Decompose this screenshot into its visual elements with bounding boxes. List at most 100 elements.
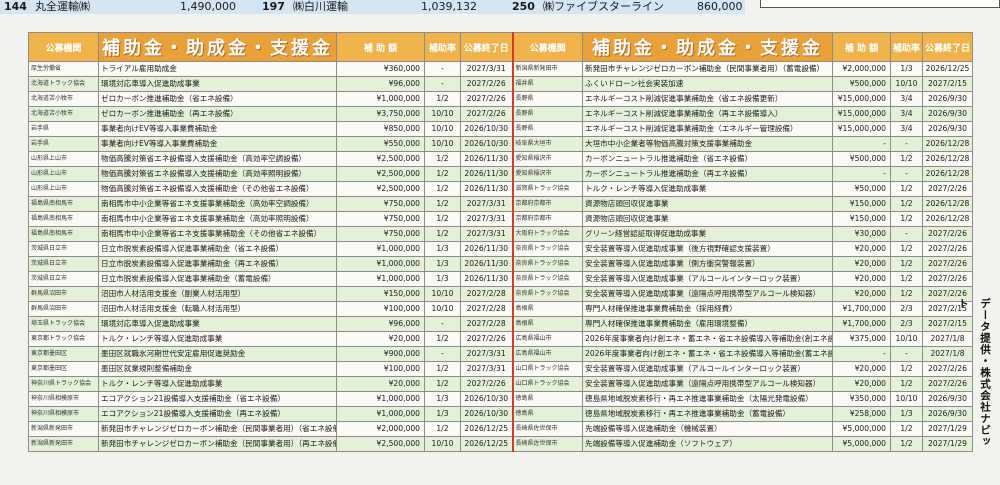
program-cell: 安全装置等導入促進助成事業（遠隔点呼用携帯型アルコール検知器） bbox=[582, 286, 833, 302]
rate-cell: 1/2 bbox=[890, 151, 923, 167]
program-cell: 安全装置等導入促進助成事業（アルコールインターロック装置） bbox=[582, 271, 833, 287]
rate-cell: 3/4 bbox=[890, 106, 923, 122]
deadline-cell: 2027/2/26 bbox=[922, 226, 973, 242]
program-cell: エコアクション21設備導入支援補助金（再エネ設備） bbox=[98, 406, 337, 422]
amount-cell: ¥900,000 bbox=[336, 346, 425, 362]
program-cell: 新発田市チャレンジゼロカーボン補助金（民間事業者用）（省エネ設備） bbox=[98, 421, 337, 437]
table-row: 神奈川県相模原市 エコアクション21設備導入支援補助金（省エネ設備） ¥1,000,… bbox=[28, 391, 973, 407]
deadline-cell: 2026/9/30 bbox=[922, 106, 973, 122]
ranking-strip: 144 丸全運輸㈱ 1,490,000 197 ㈱白川運輸 1,039,132 250 ㈱… bbox=[0, 0, 745, 14]
rate-cell: 1/2 bbox=[890, 436, 923, 452]
amount-cell: ¥1,000,000 bbox=[336, 271, 425, 287]
table-row: 神奈川県トラック協会 トルク・レンチ等導入促進助成事業 ¥20,000 1/2 2027… bbox=[28, 376, 973, 392]
agency-cell: 愛知県稲沢市 bbox=[511, 166, 583, 182]
agency-cell: 奈良県トラック協会 bbox=[511, 256, 583, 272]
agency-cell: 神奈川県相模原市 bbox=[28, 391, 99, 407]
amount-cell: ¥1,700,000 bbox=[832, 301, 891, 317]
header-deadline: 公募終了日 bbox=[922, 32, 973, 62]
deadline-cell: 2027/2/28 bbox=[460, 301, 513, 317]
program-cell: 日立市脱炭素設備導入促進事業補助金（再エネ設備） bbox=[98, 256, 337, 272]
deadline-cell: 2026/12/25 bbox=[460, 421, 513, 437]
program-cell: 専門人材確保推進事業費補助金（採用経費） bbox=[582, 301, 833, 317]
agency-cell: 長野県 bbox=[511, 106, 583, 122]
program-cell: 新発田市チャレンジゼロカーボン補助金（民間事業者用）（蓄電設備） bbox=[582, 61, 833, 77]
agency-cell: 茨城県日立市 bbox=[28, 271, 99, 287]
program-cell: 事業者向けEV等導入事業費補助金 bbox=[98, 136, 337, 152]
table-row: 東京都墨田区 墨田区就職氷河期世代安定雇用促進奨励金 ¥900,000-2027/3… bbox=[28, 346, 973, 362]
agency-cell: 奈良県トラック協会 bbox=[511, 286, 583, 302]
rate-cell: - bbox=[424, 76, 461, 92]
program-cell: 先端設備等導入促進補助金（ソフトウェア） bbox=[582, 436, 833, 452]
program-cell: 環境対応車導入促進助成事業 bbox=[98, 76, 337, 92]
table-row: 北海道苫小牧市 ゼロカーボン推進補助金（再エネ設備） ¥3,750,000 10/10… bbox=[28, 106, 973, 122]
agency-cell: 山口県トラック協会 bbox=[511, 361, 583, 377]
deadline-cell: 2027/2/26 bbox=[460, 376, 513, 392]
amount-cell: ¥1,700,000 bbox=[832, 316, 891, 332]
deadline-cell: 2026/10/30 bbox=[460, 136, 513, 152]
deadline-cell: 2026/12/25 bbox=[922, 61, 973, 77]
deadline-cell: 2027/2/26 bbox=[922, 241, 973, 257]
amount-cell: ¥2,500,000 bbox=[336, 166, 425, 182]
agency-cell: 茨城県日立市 bbox=[28, 241, 99, 257]
amount-cell: ¥1,000,000 bbox=[336, 406, 425, 422]
agency-cell: 北海道トラック協会 bbox=[28, 76, 99, 92]
deadline-cell: 2026/9/30 bbox=[922, 406, 973, 422]
rate-cell: 10/10 bbox=[890, 76, 923, 92]
program-cell: 2026年度事業者向け創エネ・蓄エネ・省エネ設備導入等補助金(創エネ設備) bbox=[582, 331, 833, 347]
deadline-cell: 2026/9/30 bbox=[922, 391, 973, 407]
deadline-cell: 2026/12/28 bbox=[922, 196, 973, 212]
amount-cell: ¥30,000 bbox=[832, 226, 891, 242]
rate-cell: 1/2 bbox=[890, 361, 923, 377]
rate-cell: - bbox=[424, 346, 461, 362]
rate-cell: - bbox=[890, 226, 923, 242]
agency-cell: 徳島県 bbox=[511, 391, 583, 407]
deadline-cell: 2026/11/30 bbox=[460, 256, 513, 272]
header-agency: 公募機関 bbox=[511, 32, 583, 62]
rate-cell: 1/2 bbox=[890, 241, 923, 257]
agency-cell: 山形県上山市 bbox=[28, 166, 99, 182]
subsidy-table: 公募機関 補助金・助成金・支援金 補 助 額 補助率 公募終了日 公募機関 補助… bbox=[28, 32, 973, 452]
table-row: 新潟県新発田市 新発田市チャレンジゼロカーボン補助金（民間事業者用）（省エネ設備）… bbox=[28, 421, 973, 437]
amount-cell: ¥550,000 bbox=[336, 136, 425, 152]
amount-cell: ¥100,000 bbox=[336, 301, 425, 317]
agency-cell: 長野県 bbox=[511, 121, 583, 137]
ranking-item: 197 ㈱白川運輸 1,039,132 bbox=[262, 0, 477, 14]
agency-cell: 広島県福山市 bbox=[511, 331, 583, 347]
agency-cell: 島根県 bbox=[511, 316, 583, 332]
program-cell: 南相馬市中小企業等省エネ支援事業補助金（高効率空調設備） bbox=[98, 196, 337, 212]
agency-cell: 神奈川県相模原市 bbox=[28, 406, 99, 422]
program-cell: 安全装置等導入促進助成事業（後方視野確認支援装置） bbox=[582, 241, 833, 257]
agency-cell: 神奈川県トラック協会 bbox=[28, 376, 99, 392]
program-cell: 安全装置等導入促進助成事業（側方衝突警報装置） bbox=[582, 256, 833, 272]
amount-cell: ¥2,000,000 bbox=[336, 421, 425, 437]
deadline-cell: 2027/2/15 bbox=[922, 76, 973, 92]
rate-cell: 10/10 bbox=[424, 286, 461, 302]
table-header-row: 公募機関 補助金・助成金・支援金 補 助 額 補助率 公募終了日 公募機関 補助… bbox=[28, 32, 973, 62]
agency-cell: 京都府京都市 bbox=[511, 211, 583, 227]
rate-cell: 1/2 bbox=[424, 211, 461, 227]
deadline-cell: 2026/10/30 bbox=[460, 121, 513, 137]
agency-cell: 福井県 bbox=[511, 76, 583, 92]
program-cell: 日立市脱炭素設備導入促進事業補助金（省エネ設備） bbox=[98, 241, 337, 257]
deadline-cell: 2027/2/26 bbox=[922, 361, 973, 377]
rate-cell: - bbox=[890, 136, 923, 152]
header-program: 補助金・助成金・支援金 bbox=[98, 32, 337, 62]
table-row: 山形県上山市 物価高騰対策省エネ設備導入支援補助金（高効率照明設備） ¥2,500,… bbox=[28, 166, 973, 182]
deadline-cell: 2027/2/26 bbox=[460, 331, 513, 347]
amount-cell: ¥15,000,000 bbox=[832, 106, 891, 122]
deadline-cell: 2026/11/30 bbox=[460, 166, 513, 182]
rate-cell: 10/10 bbox=[424, 121, 461, 137]
agency-cell: 茨城県日立市 bbox=[28, 256, 99, 272]
amount-cell: ¥3,750,000 bbox=[336, 106, 425, 122]
program-cell: トルク・レンチ等導入促進助成事業 bbox=[582, 181, 833, 197]
rate-cell: 3/4 bbox=[890, 91, 923, 107]
program-cell: グリーン経営認証取得促進助成事業 bbox=[582, 226, 833, 242]
program-cell: 徳島県地域脱炭素移行・再エネ推進事業補助金（太陽光発電設備） bbox=[582, 391, 833, 407]
program-cell: 墨田区就業規則整備補助金 bbox=[98, 361, 337, 377]
amount-cell: ¥2,500,000 bbox=[336, 181, 425, 197]
agency-cell: 山形県上山市 bbox=[28, 151, 99, 167]
agency-cell: 東京都墨田区 bbox=[28, 361, 99, 377]
amount-cell: ¥2,500,000 bbox=[336, 151, 425, 167]
deadline-cell: 2026/12/28 bbox=[922, 151, 973, 167]
deadline-cell: 2027/3/31 bbox=[460, 346, 513, 362]
